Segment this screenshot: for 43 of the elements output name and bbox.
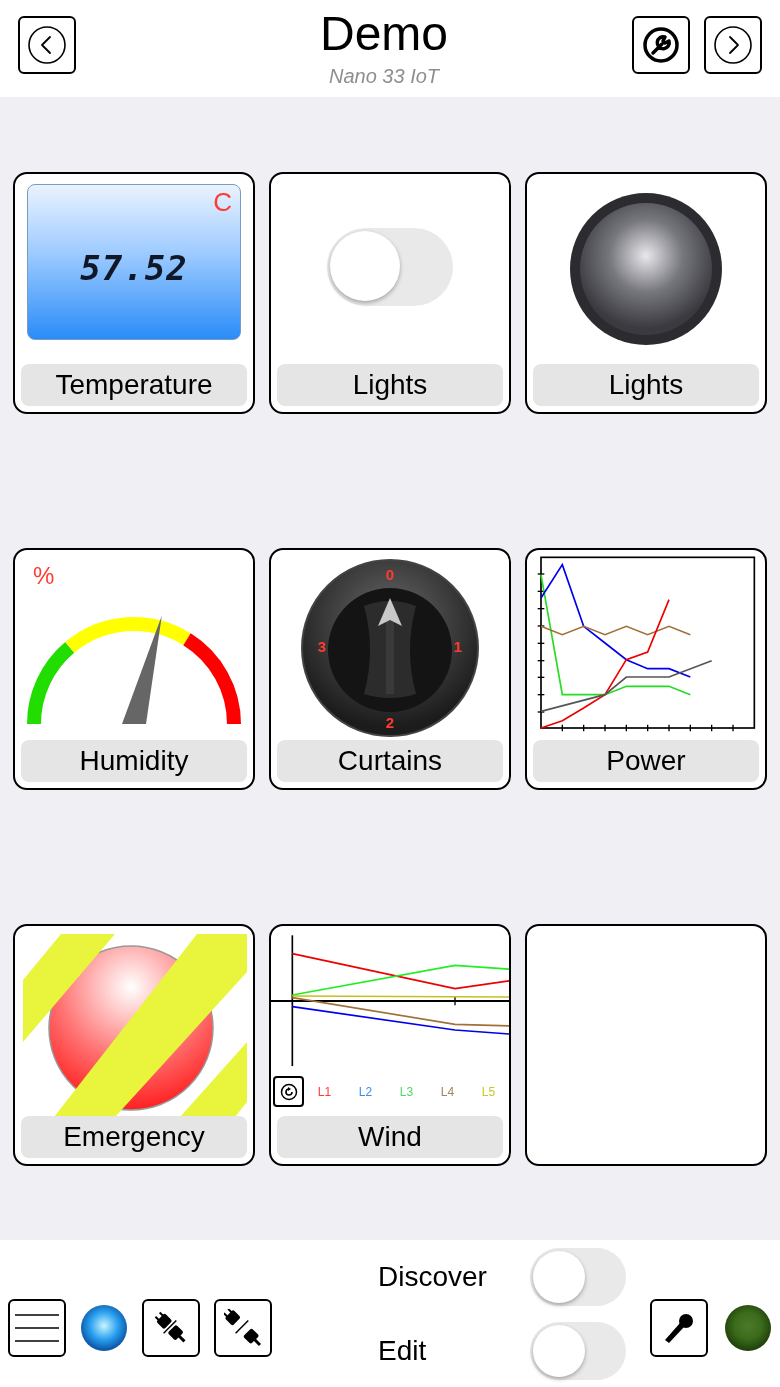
status-light bbox=[80, 1303, 128, 1352]
tile-label: Wind bbox=[277, 1116, 503, 1158]
dial-mark: 3 bbox=[317, 637, 327, 655]
dial-mark: 1 bbox=[453, 637, 463, 655]
status-light bbox=[724, 1303, 772, 1352]
tile-label: Curtains bbox=[277, 740, 503, 782]
legend-label: L3 bbox=[399, 1083, 414, 1101]
tile-label: Power bbox=[533, 740, 759, 782]
legend-label: L5 bbox=[481, 1083, 496, 1101]
back-button[interactable] bbox=[18, 16, 76, 74]
toggle-switch[interactable] bbox=[530, 1247, 626, 1306]
device-subtitle: Nano 33 IoT bbox=[328, 64, 440, 88]
connect-button[interactable] bbox=[142, 1298, 200, 1357]
dial-mark: 2 bbox=[385, 713, 395, 731]
tile-label: Temperature bbox=[21, 364, 247, 406]
unit-label: % bbox=[33, 564, 55, 588]
toggle-switch[interactable] bbox=[530, 1321, 626, 1380]
legend-label: L2 bbox=[358, 1083, 373, 1101]
disconnect-button[interactable] bbox=[214, 1298, 272, 1357]
microphone-button[interactable] bbox=[650, 1298, 708, 1357]
back-icon bbox=[27, 25, 67, 65]
tile-label: Emergency bbox=[21, 1116, 247, 1158]
tile-label: Lights bbox=[533, 364, 759, 406]
rotary-knob[interactable]: 0 1 2 3 bbox=[298, 556, 482, 740]
dial-mark: 0 bbox=[385, 565, 395, 583]
legend-label: L4 bbox=[440, 1083, 455, 1101]
page-title: Demo bbox=[319, 6, 448, 62]
tile-label: Lights bbox=[277, 364, 503, 406]
forward-button[interactable] bbox=[704, 16, 762, 74]
wrench-icon bbox=[641, 25, 681, 65]
edit-label: Edit bbox=[378, 1333, 428, 1368]
settings-button[interactable] bbox=[632, 16, 690, 74]
refresh-button[interactable] bbox=[273, 1076, 304, 1107]
legend-label: L1 bbox=[317, 1083, 332, 1101]
menu-icon bbox=[15, 1312, 59, 1343]
forward-icon bbox=[713, 25, 753, 65]
refresh-icon bbox=[279, 1082, 298, 1101]
discover-label: Discover bbox=[378, 1259, 488, 1294]
unit-label: C bbox=[213, 189, 232, 215]
temperature-value: 57.52 bbox=[80, 246, 188, 290]
tile-label: Humidity bbox=[21, 740, 247, 782]
menu-button[interactable] bbox=[8, 1298, 66, 1357]
plug-icon bbox=[224, 1308, 262, 1347]
